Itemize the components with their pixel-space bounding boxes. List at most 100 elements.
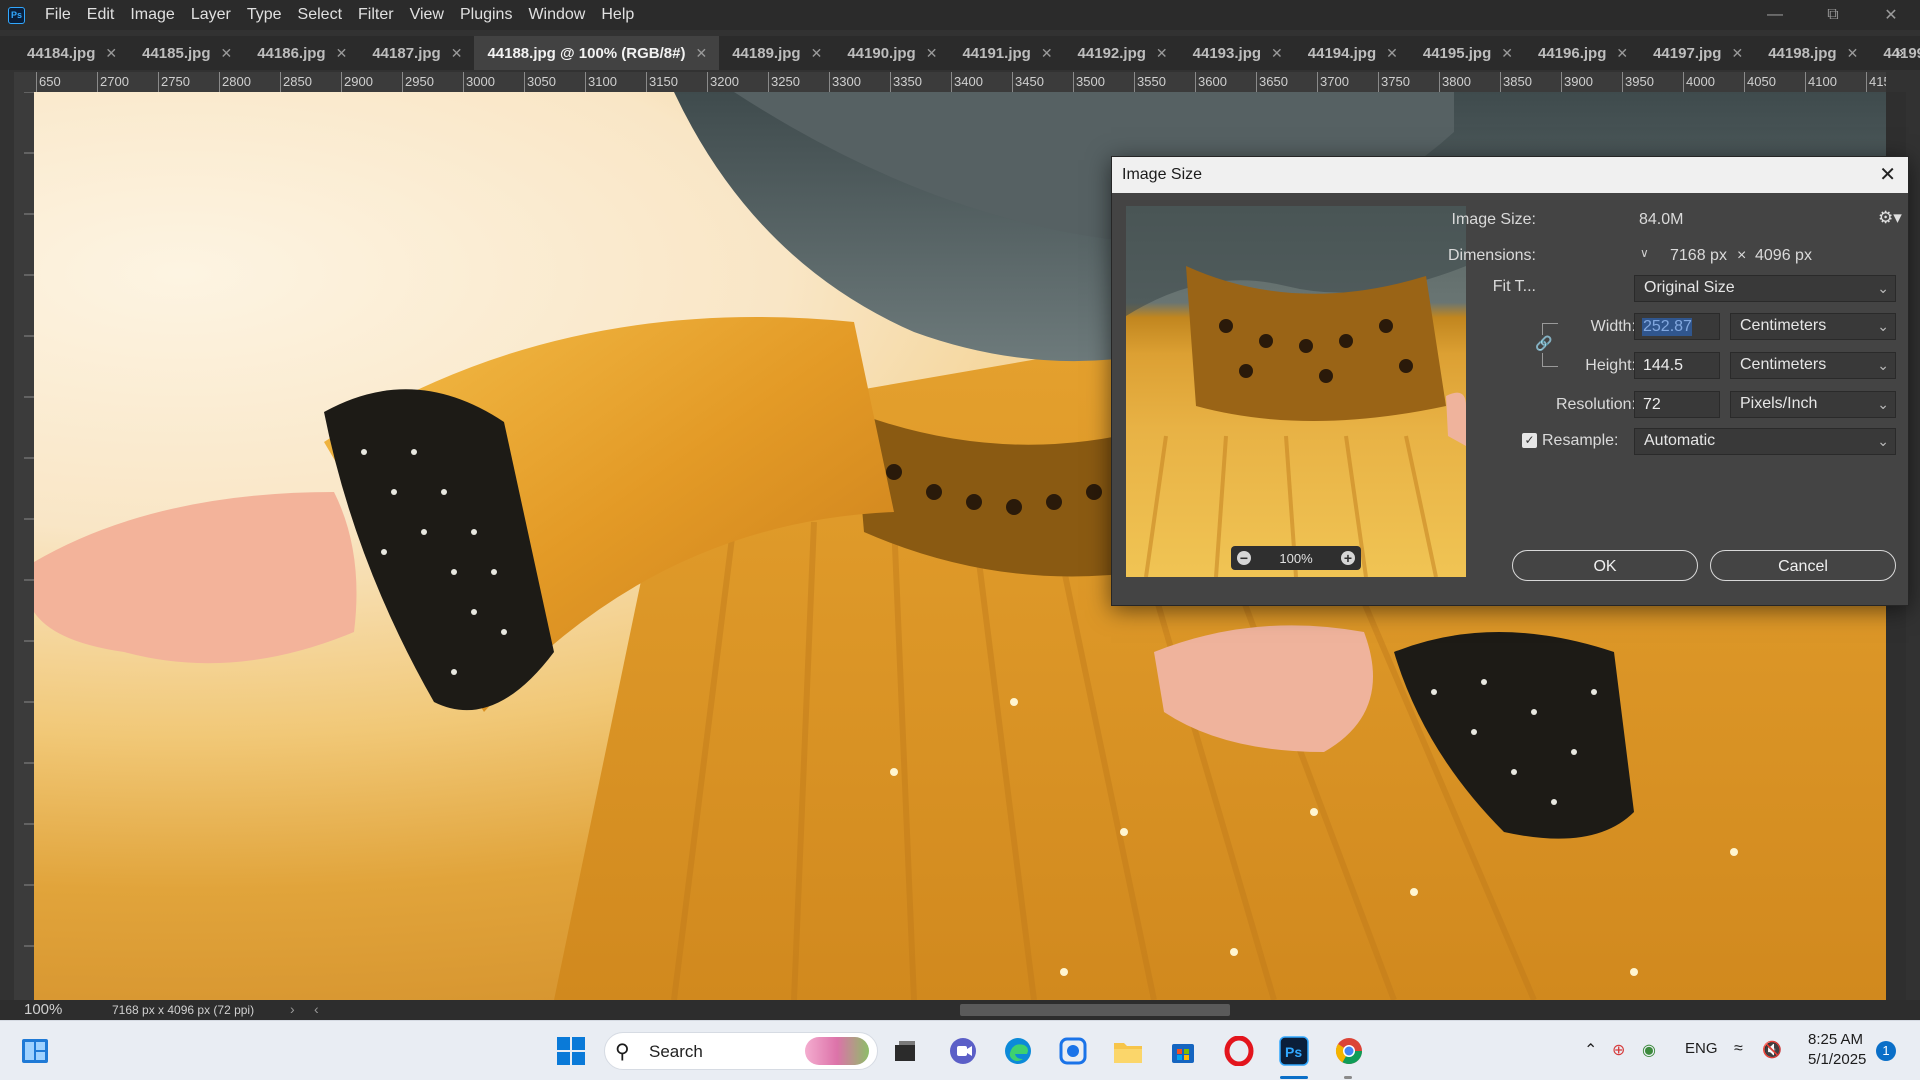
resolution-input[interactable] bbox=[1634, 391, 1720, 418]
teams-meet-icon[interactable] bbox=[946, 1034, 980, 1068]
fit-to-select[interactable]: Original Size ⌄ bbox=[1634, 275, 1896, 302]
tab-44187[interactable]: 44187.jpg ✕ bbox=[359, 36, 475, 70]
height-unit-select[interactable]: Centimeters ⌄ bbox=[1730, 352, 1896, 379]
ruler-tick-label: 3900 bbox=[1561, 72, 1593, 92]
vpn-globe-icon[interactable]: ⊕ bbox=[1612, 1040, 1625, 1060]
network-status-icon[interactable]: ◉ bbox=[1642, 1040, 1656, 1060]
height-input[interactable] bbox=[1634, 352, 1720, 379]
close-icon[interactable]: ✕ bbox=[1879, 162, 1896, 187]
width-unit-select[interactable]: Centimeters ⌄ bbox=[1730, 313, 1896, 340]
tab-44195[interactable]: 44195.jpg ✕ bbox=[1409, 36, 1525, 70]
menu-edit[interactable]: Edit bbox=[79, 0, 123, 30]
ruler-origin[interactable] bbox=[14, 72, 34, 92]
tab-44185[interactable]: 44185.jpg ✕ bbox=[129, 36, 245, 70]
image-preview[interactable]: − 100% + bbox=[1126, 206, 1466, 577]
tab-44190[interactable]: 44190.jpg ✕ bbox=[834, 36, 950, 70]
tab-44192[interactable]: 44192.jpg ✕ bbox=[1064, 36, 1180, 70]
tab-close-icon[interactable]: ✕ bbox=[220, 45, 232, 62]
restore-icon[interactable]: ⧉ bbox=[1804, 0, 1862, 30]
tab-close-icon[interactable]: ✕ bbox=[451, 45, 463, 62]
menu-file[interactable]: File bbox=[37, 0, 79, 30]
dialog-titlebar[interactable]: Image Size ✕ bbox=[1112, 157, 1908, 193]
tab-close-icon[interactable]: ✕ bbox=[1847, 45, 1859, 62]
tab-close-icon[interactable]: ✕ bbox=[926, 45, 938, 62]
tab-44188-active[interactable]: 44188.jpg @ 100% (RGB/8#) ✕ bbox=[474, 36, 720, 70]
chrome-browser-icon[interactable] bbox=[1332, 1034, 1366, 1068]
menu-help[interactable]: Help bbox=[593, 0, 642, 30]
width-input[interactable] bbox=[1634, 313, 1720, 340]
zoom-level[interactable]: 100% bbox=[24, 1001, 62, 1018]
tab-close-icon[interactable]: ✕ bbox=[1731, 45, 1743, 62]
wifi-icon[interactable]: ≈ bbox=[1734, 1040, 1743, 1058]
resample-checkbox[interactable]: ✓ bbox=[1522, 433, 1537, 448]
minimize-icon[interactable]: — bbox=[1746, 0, 1804, 30]
photoshop-taskbar-icon[interactable]: Ps bbox=[1277, 1034, 1311, 1068]
tab-44189[interactable]: 44189.jpg ✕ bbox=[719, 36, 835, 70]
tab-overflow-icon[interactable]: » bbox=[1895, 36, 1904, 70]
tab-close-icon[interactable]: ✕ bbox=[105, 45, 117, 62]
tab-44184[interactable]: 44184.jpg ✕ bbox=[14, 36, 130, 70]
tab-close-icon[interactable]: ✕ bbox=[1271, 45, 1283, 62]
ok-button[interactable]: OK bbox=[1512, 550, 1698, 581]
menu-layer[interactable]: Layer bbox=[183, 0, 239, 30]
menu-select[interactable]: Select bbox=[290, 0, 350, 30]
horizontal-ruler[interactable]: 650 2700 2750 2800 2850 2900 2950 3000 3050 3100 3… bbox=[34, 72, 1886, 92]
image-size-value: 84.0M bbox=[1639, 211, 1684, 228]
running-app-indicator bbox=[1344, 1076, 1352, 1079]
ruler-tick-label: 2700 bbox=[97, 72, 129, 92]
microsoft-store-icon[interactable] bbox=[1166, 1034, 1200, 1068]
menu-image[interactable]: Image bbox=[122, 0, 182, 30]
close-window-icon[interactable]: ✕ bbox=[1862, 0, 1920, 30]
start-windows-icon[interactable] bbox=[554, 1034, 588, 1068]
document-info[interactable]: 7168 px x 4096 px (72 ppi) bbox=[112, 1003, 254, 1017]
language-indicator[interactable]: ENG bbox=[1685, 1040, 1718, 1057]
menu-view[interactable]: View bbox=[402, 0, 452, 30]
notification-badge[interactable]: 1 bbox=[1876, 1041, 1896, 1061]
status-expand-icon[interactable]: › bbox=[290, 1001, 295, 1017]
dimensions-dropdown-icon[interactable]: ∨ bbox=[1640, 246, 1658, 264]
tab-44198[interactable]: 44198.jpg ✕ bbox=[1755, 36, 1871, 70]
clock-date[interactable]: 5/1/2025 bbox=[1808, 1051, 1866, 1068]
menu-plugins[interactable]: Plugins bbox=[452, 0, 520, 30]
widgets-icon[interactable] bbox=[18, 1034, 52, 1068]
resolution-unit-select[interactable]: Pixels/Inch ⌄ bbox=[1730, 391, 1896, 418]
tab-44186[interactable]: 44186.jpg ✕ bbox=[244, 36, 360, 70]
photoshop-logo-icon[interactable]: Ps bbox=[8, 6, 25, 24]
horizontal-scrollbar-thumb[interactable] bbox=[960, 1004, 1230, 1016]
opera-browser-icon[interactable] bbox=[1222, 1034, 1256, 1068]
resample-method-select[interactable]: Automatic ⌄ bbox=[1634, 428, 1896, 455]
menu-filter[interactable]: Filter bbox=[350, 0, 402, 30]
tab-close-icon[interactable]: ✕ bbox=[1156, 45, 1168, 62]
clock-time[interactable]: 8:25 AM bbox=[1808, 1031, 1863, 1048]
tab-close-icon[interactable]: ✕ bbox=[336, 45, 348, 62]
menu-window[interactable]: Window bbox=[520, 0, 593, 30]
vertical-ruler[interactable] bbox=[14, 92, 34, 1000]
file-explorer-icon[interactable] bbox=[1111, 1034, 1145, 1068]
zoom-in-icon[interactable]: + bbox=[1341, 551, 1355, 565]
edge-browser-icon[interactable] bbox=[1001, 1034, 1035, 1068]
tab-44197[interactable]: 44197.jpg ✕ bbox=[1640, 36, 1756, 70]
tab-44191[interactable]: 44191.jpg ✕ bbox=[949, 36, 1065, 70]
ruler-tick-label: 3850 bbox=[1500, 72, 1532, 92]
volume-muted-icon[interactable]: 🔇 bbox=[1762, 1040, 1782, 1060]
tab-close-icon[interactable]: ✕ bbox=[1616, 45, 1628, 62]
show-hidden-icons-icon[interactable]: ⌃ bbox=[1584, 1040, 1597, 1060]
tab-label: 44189.jpg bbox=[732, 44, 801, 62]
scroll-left-icon[interactable]: ‹ bbox=[314, 1001, 319, 1017]
tab-close-icon[interactable]: ✕ bbox=[695, 45, 707, 62]
cancel-button[interactable]: Cancel bbox=[1710, 550, 1896, 581]
tab-44194[interactable]: 44194.jpg ✕ bbox=[1294, 36, 1410, 70]
settings-gear-icon[interactable]: ⚙▾ bbox=[1878, 208, 1902, 228]
menu-type[interactable]: Type bbox=[239, 0, 290, 30]
taskbar-search[interactable]: ⚲ Search bbox=[604, 1032, 878, 1070]
tab-close-icon[interactable]: ✕ bbox=[1386, 45, 1398, 62]
lens-capture-icon[interactable] bbox=[1056, 1034, 1090, 1068]
zoom-out-icon[interactable]: − bbox=[1237, 551, 1251, 565]
tab-44193[interactable]: 44193.jpg ✕ bbox=[1179, 36, 1295, 70]
task-view-icon[interactable] bbox=[888, 1034, 922, 1068]
tab-close-icon[interactable]: ✕ bbox=[1501, 45, 1513, 62]
tab-44196[interactable]: 44196.jpg ✕ bbox=[1524, 36, 1641, 70]
tab-close-icon[interactable]: ✕ bbox=[811, 45, 823, 62]
link-chain-icon[interactable]: 🔗 bbox=[1535, 335, 1552, 353]
tab-close-icon[interactable]: ✕ bbox=[1041, 45, 1053, 62]
